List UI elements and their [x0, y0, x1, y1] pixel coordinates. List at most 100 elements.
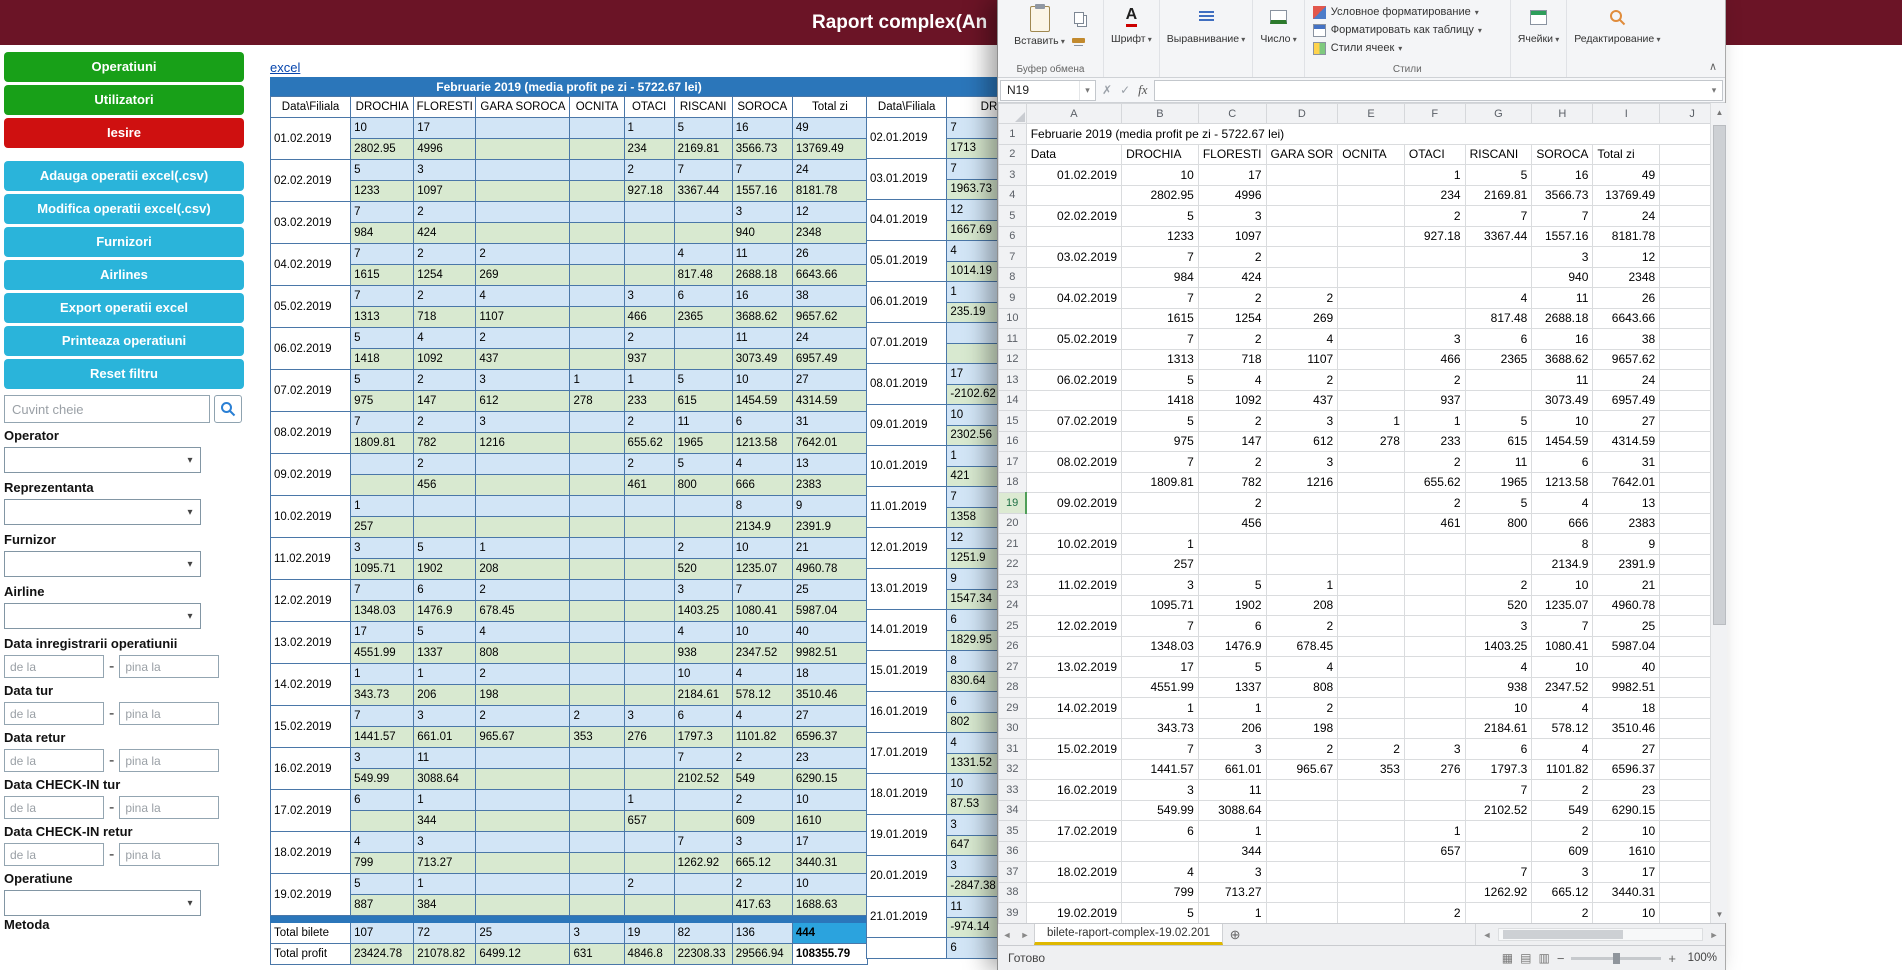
- grid-cell[interactable]: 1403.25: [1465, 636, 1532, 657]
- grid-cell[interactable]: 13769.49: [1593, 185, 1660, 206]
- grid-cell[interactable]: 782: [1198, 472, 1266, 493]
- row-header[interactable]: 34: [999, 800, 1027, 821]
- grid-cell[interactable]: 965.67: [1266, 759, 1338, 780]
- grid-cell[interactable]: SOROCA: [1532, 144, 1593, 165]
- name-box[interactable]: N19 ▾: [1000, 80, 1096, 101]
- grid-cell[interactable]: 06.02.2019: [1026, 370, 1121, 391]
- grid-cell[interactable]: [1338, 513, 1405, 534]
- grid-cell[interactable]: [1266, 534, 1338, 555]
- grid-cell[interactable]: [1404, 698, 1465, 719]
- grid-cell[interactable]: 2: [1404, 370, 1465, 391]
- grid-cell[interactable]: 3: [1532, 247, 1593, 268]
- grid-cell[interactable]: 7: [1465, 780, 1532, 801]
- grid-cell[interactable]: 10: [1532, 575, 1593, 596]
- row-header[interactable]: 38: [999, 882, 1027, 903]
- grid-cell[interactable]: [1338, 472, 1405, 493]
- grid-cell[interactable]: 6: [1122, 821, 1199, 842]
- grid-cell[interactable]: 257: [1122, 554, 1199, 575]
- grid-cell[interactable]: 147: [1198, 431, 1266, 452]
- grid-cell[interactable]: [1026, 882, 1121, 903]
- grid-cell[interactable]: 578.12: [1532, 718, 1593, 739]
- grid-cell[interactable]: 11: [1532, 370, 1593, 391]
- grid-cell[interactable]: 4: [1532, 698, 1593, 719]
- scroll-up-icon[interactable]: ▲: [1711, 103, 1728, 121]
- grid-cell[interactable]: 343.73: [1122, 718, 1199, 739]
- grid-cell[interactable]: 1348.03: [1122, 636, 1199, 657]
- grid-cell[interactable]: 4: [1465, 657, 1532, 678]
- row-header[interactable]: 5: [999, 206, 1027, 227]
- grid-cell[interactable]: [1122, 493, 1199, 514]
- grid-cell[interactable]: 1418: [1122, 390, 1199, 411]
- grid-cell[interactable]: 17: [1198, 165, 1266, 186]
- grid-cell[interactable]: 4: [1465, 288, 1532, 309]
- grid-cell[interactable]: [1338, 882, 1405, 903]
- row-header[interactable]: 33: [999, 780, 1027, 801]
- grid-cell[interactable]: 1313: [1122, 349, 1199, 370]
- grid-cell[interactable]: 09.02.2019: [1026, 493, 1121, 514]
- sidebar-button[interactable]: Iesire: [4, 118, 244, 148]
- grid-cell[interactable]: 7: [1532, 206, 1593, 227]
- conditional-formatting-button[interactable]: Условное форматирование▾: [1313, 3, 1506, 21]
- grid-cell[interactable]: 9: [1593, 534, 1660, 555]
- grid-cell[interactable]: Data: [1026, 144, 1121, 165]
- grid-cell[interactable]: [1338, 595, 1405, 616]
- grid-cell[interactable]: [1404, 862, 1465, 883]
- grid-cell[interactable]: 7: [1122, 452, 1199, 473]
- grid-cell[interactable]: 7: [1122, 739, 1199, 760]
- grid-cell[interactable]: 1: [1338, 411, 1405, 432]
- grid-cell[interactable]: 4996: [1198, 185, 1266, 206]
- grid-cell[interactable]: [1026, 759, 1121, 780]
- name-box-dropdown-icon[interactable]: ▾: [1079, 81, 1095, 100]
- scroll-right-icon[interactable]: ►: [1705, 930, 1723, 940]
- grid-cell[interactable]: 3367.44: [1465, 226, 1532, 247]
- row-header[interactable]: 10: [999, 308, 1027, 329]
- grid-cell[interactable]: 6957.49: [1593, 390, 1660, 411]
- grid-cell[interactable]: 3: [1532, 862, 1593, 883]
- grid-cell[interactable]: [1338, 780, 1405, 801]
- search-input[interactable]: [4, 395, 210, 423]
- grid-cell[interactable]: [1465, 841, 1532, 862]
- sidebar-action-button[interactable]: Furnizori: [4, 227, 244, 257]
- grid-cell[interactable]: 5: [1122, 903, 1199, 924]
- grid-cell[interactable]: [1122, 841, 1199, 862]
- grid-cell[interactable]: 6643.66: [1593, 308, 1660, 329]
- sheet-nav-left-icon[interactable]: ◄: [998, 924, 1016, 945]
- operatiune-combobox[interactable]: ▾: [4, 890, 201, 916]
- grid-cell[interactable]: 1: [1198, 903, 1266, 924]
- grid-cell[interactable]: 3: [1198, 739, 1266, 760]
- column-header[interactable]: I: [1593, 104, 1660, 124]
- collapse-ribbon-icon[interactable]: ∧: [1709, 60, 1717, 73]
- grid-cell[interactable]: [1404, 800, 1465, 821]
- grid-cell[interactable]: 04.02.2019: [1026, 288, 1121, 309]
- scroll-down-icon[interactable]: ▼: [1711, 905, 1728, 923]
- grid-cell[interactable]: 2348: [1593, 267, 1660, 288]
- zoom-in-icon[interactable]: +: [1668, 951, 1676, 966]
- row-header[interactable]: 8: [999, 267, 1027, 288]
- grid-cell[interactable]: 2383: [1593, 513, 1660, 534]
- editing-group-button[interactable]: Редактирование ▾: [1567, 0, 1667, 77]
- grid-cell[interactable]: 1337: [1198, 677, 1266, 698]
- grid-cell[interactable]: 6290.15: [1593, 800, 1660, 821]
- grid-cell[interactable]: 1476.9: [1198, 636, 1266, 657]
- grid-cell[interactable]: [1266, 185, 1338, 206]
- row-header[interactable]: 24: [999, 595, 1027, 616]
- grid-cell[interactable]: 27: [1593, 739, 1660, 760]
- grid-cell[interactable]: 13: [1593, 493, 1660, 514]
- grid-cell[interactable]: 4314.59: [1593, 431, 1660, 452]
- grid-cell[interactable]: [1198, 534, 1266, 555]
- grid-cell[interactable]: [1404, 575, 1465, 596]
- grid-cell[interactable]: 208: [1266, 595, 1338, 616]
- grid-cell[interactable]: 40: [1593, 657, 1660, 678]
- grid-cell[interactable]: [1404, 616, 1465, 637]
- row-header[interactable]: 13: [999, 370, 1027, 391]
- row-header[interactable]: 18: [999, 472, 1027, 493]
- row-header[interactable]: 25: [999, 616, 1027, 637]
- grid-cell[interactable]: 5987.04: [1593, 636, 1660, 657]
- grid-cell[interactable]: 609: [1532, 841, 1593, 862]
- grid-cell[interactable]: 1441.57: [1122, 759, 1199, 780]
- grid-cell[interactable]: 927.18: [1404, 226, 1465, 247]
- grid-cell[interactable]: 206: [1198, 718, 1266, 739]
- grid-cell[interactable]: [1026, 554, 1121, 575]
- grid-cell[interactable]: 344: [1198, 841, 1266, 862]
- grid-cell[interactable]: [1266, 554, 1338, 575]
